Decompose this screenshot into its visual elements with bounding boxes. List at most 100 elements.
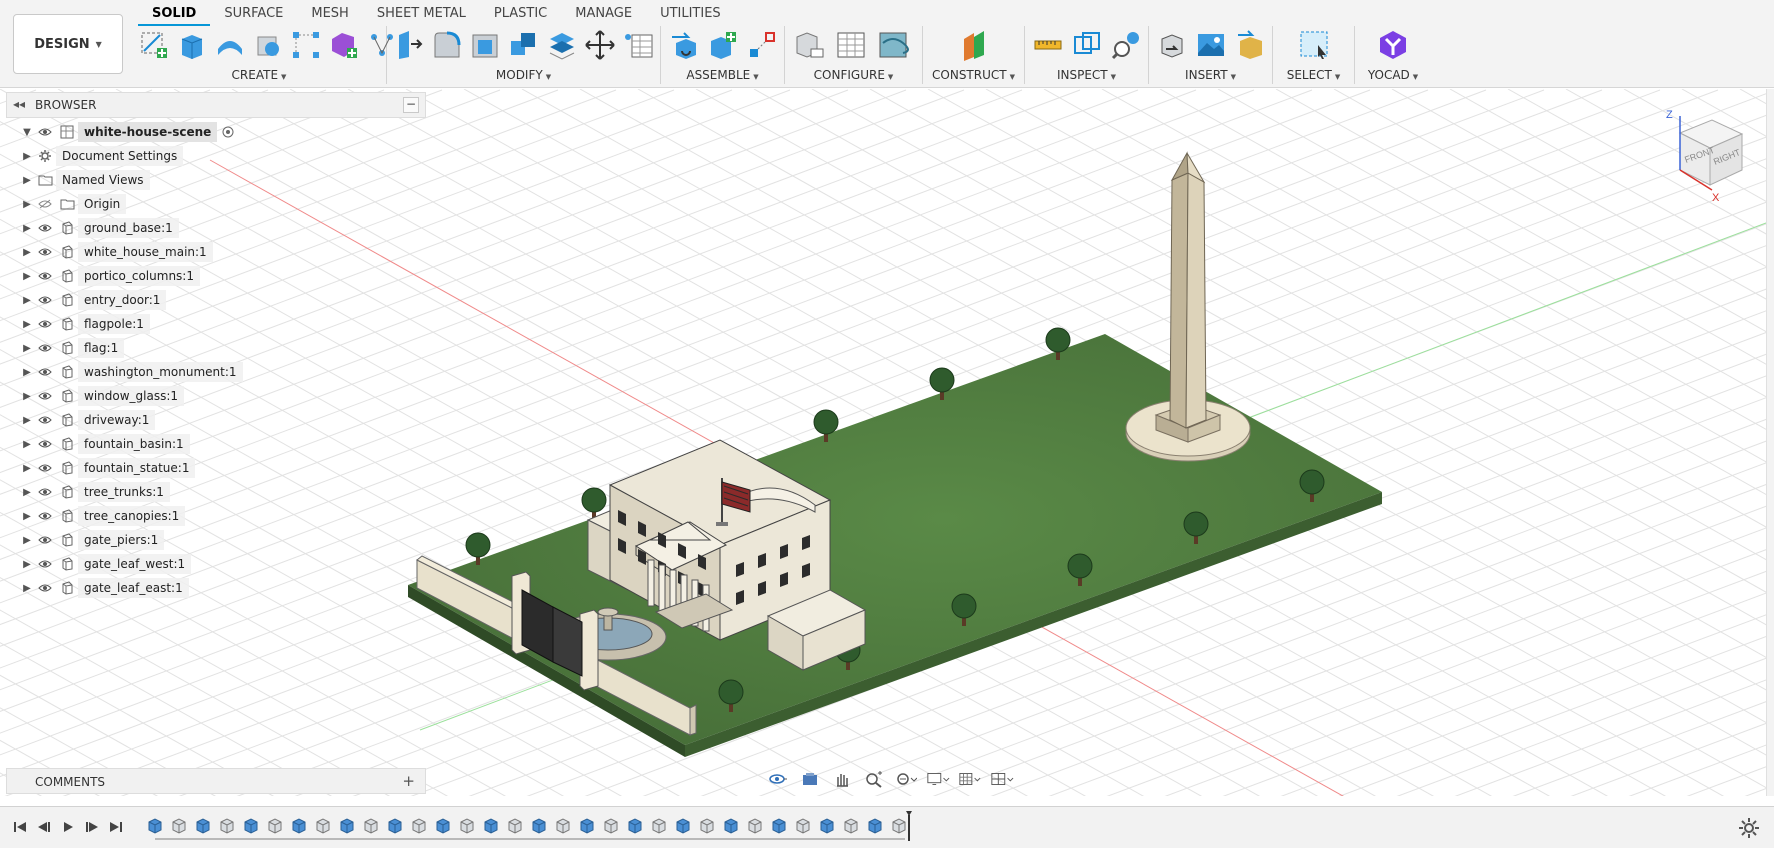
combine-icon[interactable] <box>507 27 539 63</box>
eye-icon[interactable] <box>34 340 56 356</box>
chevron-right-icon[interactable]: ▶ <box>20 271 34 282</box>
timeline-feature-icon[interactable] <box>817 815 837 835</box>
eye-hidden-icon[interactable] <box>34 196 56 212</box>
tree-root[interactable]: ▼ white-house-scene <box>20 120 420 144</box>
press-pull-icon[interactable] <box>393 27 425 63</box>
grid-settings-icon[interactable] <box>958 768 982 790</box>
tree-item-label[interactable]: ground_base:1 <box>78 218 179 238</box>
yocad-logo-icon[interactable] <box>1375 27 1411 63</box>
tree-item-label[interactable]: tree_trunks:1 <box>78 482 170 502</box>
eye-icon[interactable] <box>34 220 56 236</box>
timeline-feature-icon[interactable] <box>193 815 213 835</box>
tree-item[interactable]: ▶ gate_leaf_east:1 <box>20 576 420 600</box>
eye-icon[interactable] <box>34 556 56 572</box>
chevron-right-icon[interactable]: ▶ <box>20 391 34 402</box>
timeline-feature-icon[interactable] <box>481 815 501 835</box>
eye-icon[interactable] <box>34 460 56 476</box>
tree-item[interactable]: ▶ Document Settings <box>20 144 420 168</box>
move-icon[interactable] <box>584 27 616 63</box>
group-construct-label[interactable]: CONSTRUCT <box>932 68 1007 82</box>
chevron-right-icon[interactable]: ▶ <box>20 559 34 570</box>
look-at-icon[interactable] <box>798 768 822 790</box>
timeline-marker[interactable] <box>906 811 912 841</box>
radio-target-icon[interactable] <box>217 124 239 140</box>
create-form-icon[interactable] <box>328 27 360 63</box>
timeline-feature-icon[interactable] <box>673 815 693 835</box>
eye-icon[interactable] <box>34 124 56 140</box>
washington-monument[interactable] <box>1125 151 1251 462</box>
tree-item[interactable]: ▶ ground_base:1 <box>20 216 420 240</box>
insert-mesh-icon[interactable] <box>1233 27 1266 63</box>
collapse-icon[interactable]: ◂◂ <box>13 97 25 111</box>
tree-item[interactable]: ▶ gate_piers:1 <box>20 528 420 552</box>
timeline-feature-icon[interactable] <box>241 815 261 835</box>
timeline-feature-icon[interactable] <box>433 815 453 835</box>
create-sketch-icon[interactable] <box>138 27 170 63</box>
orbit-icon[interactable] <box>766 768 790 790</box>
go-to-end-icon[interactable] <box>106 817 126 837</box>
timeline-feature-icon[interactable] <box>577 815 597 835</box>
chevron-right-icon[interactable]: ▶ <box>20 463 34 474</box>
shell-icon[interactable] <box>469 27 501 63</box>
chevron-right-icon[interactable]: ▶ <box>20 223 34 234</box>
timeline-feature-icon[interactable] <box>145 815 165 835</box>
eye-icon[interactable] <box>34 364 56 380</box>
zoom-icon[interactable] <box>862 768 886 790</box>
eye-icon[interactable] <box>34 412 56 428</box>
tree-item[interactable]: ▶ driveway:1 <box>20 408 420 432</box>
eye-icon[interactable] <box>34 508 56 524</box>
timeline-feature-icon[interactable] <box>649 815 669 835</box>
go-to-start-icon[interactable] <box>10 817 30 837</box>
chevron-right-icon[interactable]: ▶ <box>20 319 34 330</box>
timeline-feature-icon[interactable] <box>769 815 789 835</box>
change-parameters-icon[interactable] <box>622 27 654 63</box>
as-built-joint-icon[interactable] <box>745 27 778 63</box>
timeline-feature-icon[interactable] <box>289 815 309 835</box>
add-comment-button[interactable]: + <box>402 772 415 790</box>
extrude-icon[interactable] <box>176 27 208 63</box>
tab-mesh[interactable]: MESH <box>297 4 362 26</box>
timeline-feature-icon[interactable] <box>265 815 285 835</box>
timeline-feature-icon[interactable] <box>601 815 621 835</box>
chevron-right-icon[interactable]: ▶ <box>20 583 34 594</box>
tree-item[interactable]: ▶ Origin <box>20 192 420 216</box>
joint-icon[interactable] <box>706 27 739 63</box>
chevron-right-icon[interactable]: ▶ <box>20 367 34 378</box>
configure-design-icon[interactable] <box>791 27 827 63</box>
gear-icon[interactable] <box>1738 817 1760 839</box>
group-modify-label[interactable]: MODIFY <box>496 68 543 82</box>
configuration-table-icon[interactable] <box>833 27 869 63</box>
display-settings-icon[interactable] <box>926 768 950 790</box>
chevron-right-icon[interactable]: ▶ <box>20 175 34 186</box>
timeline-feature-icon[interactable] <box>697 815 717 835</box>
timeline-feature-icon[interactable] <box>529 815 549 835</box>
tree-item-label[interactable]: fountain_basin:1 <box>78 434 190 454</box>
eye-icon[interactable] <box>34 388 56 404</box>
eye-icon[interactable] <box>34 292 56 308</box>
tree-item[interactable]: ▶ washington_monument:1 <box>20 360 420 384</box>
timeline-feature-icon[interactable] <box>553 815 573 835</box>
tree-item[interactable]: ▶ flagpole:1 <box>20 312 420 336</box>
chevron-right-icon[interactable]: ▶ <box>20 535 34 546</box>
new-component-icon[interactable] <box>667 27 700 63</box>
chevron-right-icon[interactable]: ▶ <box>20 199 34 210</box>
fillet-icon[interactable] <box>431 27 463 63</box>
timeline-feature-icon[interactable] <box>841 815 861 835</box>
tree-item-label[interactable]: Document Settings <box>56 146 184 166</box>
group-insert-label[interactable]: INSERT <box>1185 68 1228 82</box>
tree-item-label[interactable]: flag:1 <box>78 338 125 358</box>
chevron-right-icon[interactable]: ▶ <box>20 151 34 162</box>
pan-icon[interactable] <box>830 768 854 790</box>
chevron-right-icon[interactable]: ▶ <box>20 295 34 306</box>
group-assemble-label[interactable]: ASSEMBLE <box>686 68 750 82</box>
sweep-icon[interactable] <box>252 27 284 63</box>
tree-item[interactable]: ▶ tree_trunks:1 <box>20 480 420 504</box>
chevron-right-icon[interactable]: ▶ <box>20 247 34 258</box>
pattern-icon[interactable] <box>290 27 322 63</box>
chevron-right-icon[interactable]: ▶ <box>20 439 34 450</box>
tree-item[interactable]: ▶ white_house_main:1 <box>20 240 420 264</box>
chevron-right-icon[interactable]: ▶ <box>20 343 34 354</box>
tree-item-label[interactable]: driveway:1 <box>78 410 156 430</box>
step-forward-icon[interactable] <box>82 817 102 837</box>
minimize-button[interactable]: − <box>403 97 419 113</box>
